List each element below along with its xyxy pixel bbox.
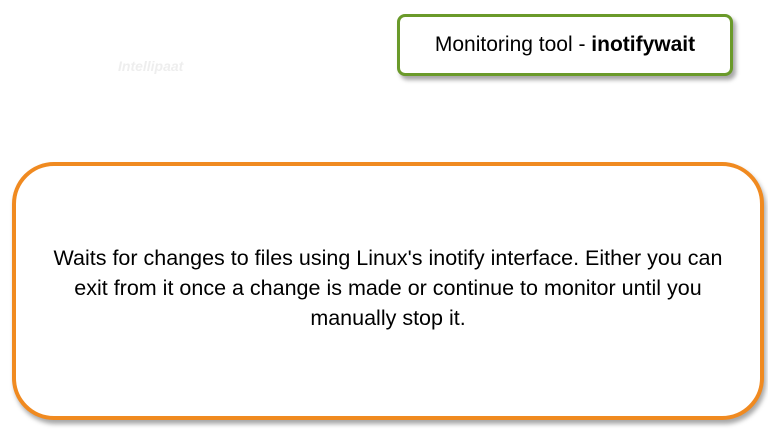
slide-title-box: Monitoring tool - inotifywait <box>397 14 733 76</box>
watermark: Intellipaat <box>118 58 184 74</box>
slide-title-tool-name: inotifywait <box>591 33 696 56</box>
slide: Intellipaat Intellipaat Intellipaat Inte… <box>0 0 768 434</box>
description-box: Waits for changes to files using Linux's… <box>12 162 764 420</box>
description-text: Waits for changes to files using Linux's… <box>53 246 723 330</box>
slide-title-prefix: Monitoring tool - <box>434 33 592 56</box>
